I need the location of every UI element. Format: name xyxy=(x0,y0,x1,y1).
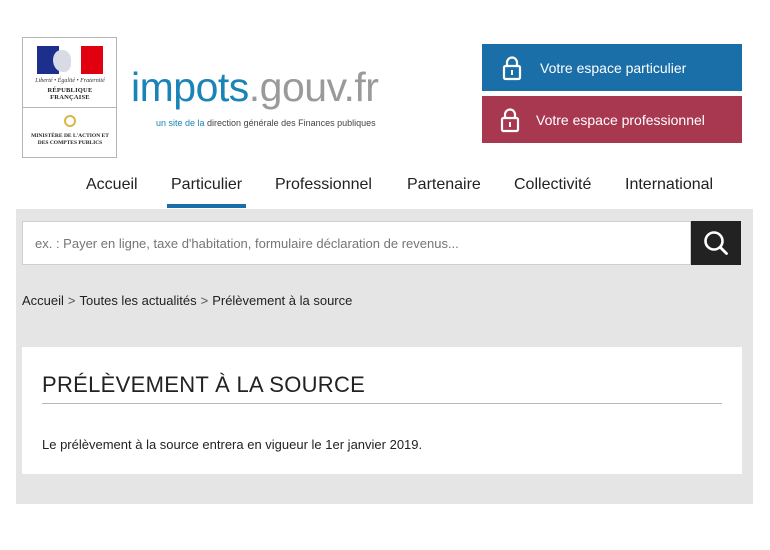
espace-particulier-label: Votre espace particulier xyxy=(540,59,687,76)
lock-icon xyxy=(496,106,524,134)
site-tagline: un site de la direction générale des Fin… xyxy=(156,118,376,128)
title-divider xyxy=(42,403,722,404)
espace-professionnel-label: Votre espace professionnel xyxy=(536,111,705,128)
brand-gouv: .gouv.fr xyxy=(248,64,379,110)
article-card: PRÉLÈVEMENT À LA SOURCE Le prélèvement à… xyxy=(22,347,742,474)
tricolor-flag-icon xyxy=(37,46,103,74)
republic-motto: Liberté • Égalité • Fraternité xyxy=(35,78,105,84)
tagline-lead: un site de la xyxy=(156,118,205,128)
breadcrumb: Accueil > Toutes les actualités > Prélèvemen… xyxy=(22,293,352,308)
breadcrumb-actualites[interactable]: Toutes les actualités xyxy=(80,293,197,308)
republic-name: RÉPUBLIQUE FRANÇAISE xyxy=(47,87,93,101)
breadcrumb-separator: > xyxy=(200,293,209,308)
nav-partenaire[interactable]: Partenaire xyxy=(407,176,481,194)
marianne-section: Liberté • Égalité • Fraternité RÉPUBLIQU… xyxy=(23,38,116,108)
breadcrumb-separator: > xyxy=(67,293,76,308)
ministry-emblem-icon xyxy=(64,115,76,127)
magnifier-icon xyxy=(704,231,728,255)
nav-international[interactable]: International xyxy=(625,176,713,194)
breadcrumb-accueil[interactable]: Accueil xyxy=(22,293,64,308)
nav-collectivite[interactable]: Collectivité xyxy=(514,176,591,194)
espace-professionnel-button[interactable]: Votre espace professionnel xyxy=(482,96,742,143)
search-input[interactable] xyxy=(22,221,691,265)
nav-particulier[interactable]: Particulier xyxy=(166,176,247,208)
article-title: PRÉLÈVEMENT À LA SOURCE xyxy=(42,372,366,397)
lock-icon xyxy=(498,54,526,82)
ministry-name: MINISTÈRE DE L'ACTION ET DES COMPTES PUB… xyxy=(31,133,109,146)
article-body: Le prélèvement à la source entrera en vi… xyxy=(42,437,423,452)
site-brand-logo[interactable]: impots.gouv.fr xyxy=(131,64,379,110)
main-nav: Accueil Particulier Professionnel Parten… xyxy=(0,166,770,210)
breadcrumb-current: Prélèvement à la source xyxy=(212,293,353,308)
espace-particulier-button[interactable]: Votre espace particulier xyxy=(482,44,742,91)
nav-professionnel[interactable]: Professionnel xyxy=(275,176,372,194)
nav-accueil[interactable]: Accueil xyxy=(86,176,138,194)
tagline-rest: direction générale des Finances publique… xyxy=(204,118,376,128)
republic-logo[interactable]: Liberté • Égalité • Fraternité RÉPUBLIQU… xyxy=(22,37,117,158)
brand-impots: impots xyxy=(131,64,249,110)
search-button[interactable] xyxy=(691,221,741,265)
